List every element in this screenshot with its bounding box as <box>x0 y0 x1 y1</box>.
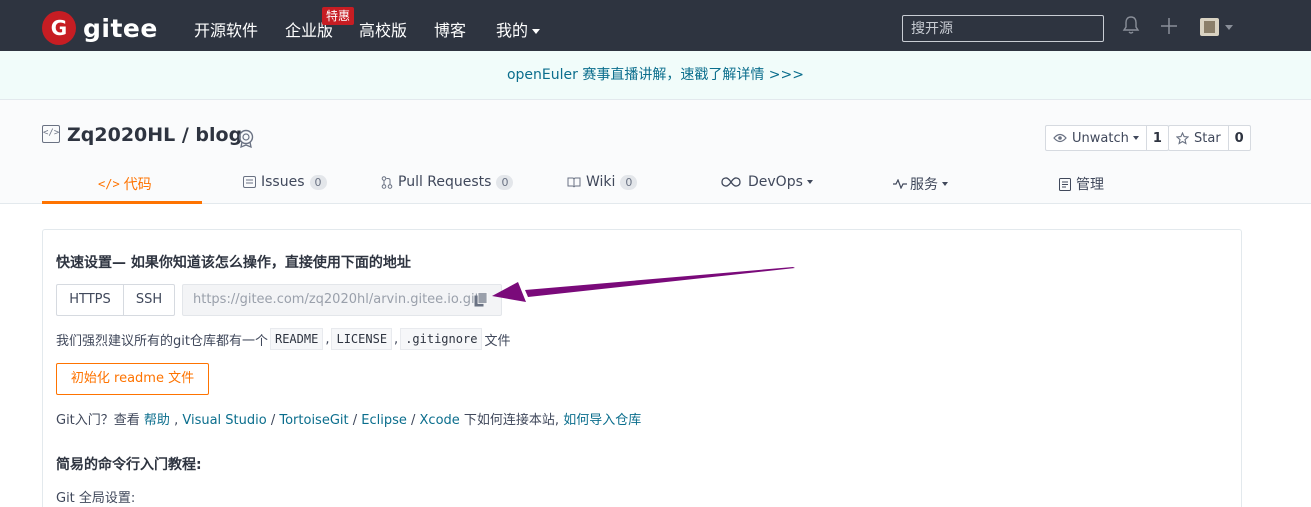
promo-banner: openEuler 赛事直播讲解，速戳了解详情 >>> <box>0 51 1311 100</box>
tab-services[interactable]: 服务 <box>893 174 948 194</box>
chevron-down-icon <box>532 29 541 34</box>
unwatch-button[interactable]: Unwatch <box>1045 125 1147 151</box>
init-readme-button[interactable]: 初始化 readme 文件 <box>56 363 209 395</box>
git-help-text: Git入门？查看 帮助 , Visual Studio / TortoiseGi… <box>56 413 642 428</box>
gitignore-tag: .gitignore <box>400 328 483 350</box>
code-icon: </> <box>98 177 120 191</box>
tortoisegit-link[interactable]: TortoiseGit <box>279 413 348 428</box>
infinity-icon <box>721 177 741 187</box>
pull-request-icon <box>381 175 393 189</box>
tab-code[interactable]: </> 代码 <box>98 174 152 194</box>
xcode-link[interactable]: Xcode <box>420 413 460 428</box>
nav-open-source[interactable]: 开源软件 <box>194 17 258 41</box>
issues-icon <box>243 176 256 188</box>
license-tag: LICENSE <box>331 328 393 350</box>
award-icon <box>238 129 254 148</box>
gitee-logo-icon: G <box>42 11 76 45</box>
cli-tutorial-title: 简易的命令行入门教程: <box>56 457 202 473</box>
enterprise-promo-badge: 特惠 <box>322 7 355 25</box>
book-icon <box>567 177 581 187</box>
code-repo-icon: </> <box>42 125 60 143</box>
nav-mine[interactable]: 我的 <box>496 17 541 41</box>
gitee-logo-text: gitee <box>83 13 158 43</box>
pulse-icon <box>893 179 907 189</box>
search-input[interactable] <box>902 15 1104 42</box>
watch-count[interactable]: 1 <box>1146 125 1169 151</box>
bell-icon[interactable] <box>1122 15 1140 35</box>
gitee-logo[interactable]: G gitee <box>42 11 158 45</box>
repo-header: </> Zq2020HL / blog Unwatch 1 Star 0 </>… <box>0 100 1311 204</box>
watch-control: Unwatch 1 <box>1045 125 1169 151</box>
copy-icon[interactable] <box>474 292 488 307</box>
wiki-count: 0 <box>620 174 638 190</box>
tab-pull-requests[interactable]: Pull Requests 0 <box>381 174 514 190</box>
repo-title[interactable]: Zq2020HL / blog <box>67 124 242 146</box>
tab-wiki[interactable]: Wiki 0 <box>567 174 638 190</box>
promo-banner-link[interactable]: openEuler 赛事直播讲解，速戳了解详情 >>> <box>507 67 804 83</box>
star-icon <box>1176 131 1189 145</box>
ssh-toggle[interactable]: SSH <box>123 284 175 316</box>
issues-count: 0 <box>309 174 327 190</box>
tab-devops[interactable]: DevOps <box>721 174 813 190</box>
nav-blog[interactable]: 博客 <box>434 17 466 41</box>
clone-url-field[interactable]: https://gitee.com/zq2020hl/arvin.gitee.i… <box>182 284 502 316</box>
star-button[interactable]: Star <box>1168 125 1229 151</box>
avatar[interactable] <box>1200 18 1219 36</box>
chevron-down-icon <box>806 180 813 184</box>
visual-studio-link[interactable]: Visual Studio <box>182 413 266 428</box>
recommend-files-text: 我们强烈建议所有的git仓库都有一个 README, LICENSE, .git… <box>56 328 510 350</box>
chevron-down-icon[interactable] <box>1225 25 1233 30</box>
pull-requests-count: 0 <box>496 174 514 190</box>
eclipse-link[interactable]: Eclipse <box>361 413 407 428</box>
plus-icon[interactable] <box>1160 17 1178 35</box>
eye-icon <box>1053 133 1067 143</box>
import-repo-link[interactable]: 如何导入仓库 <box>563 413 641 428</box>
quick-setup-title: 快速设置— 如果你知道该怎么操作，直接使用下面的地址 <box>56 255 411 271</box>
nav-education[interactable]: 高校版 <box>359 17 407 41</box>
star-count[interactable]: 0 <box>1228 125 1251 151</box>
chevron-down-icon <box>942 182 948 186</box>
tab-issues[interactable]: Issues 0 <box>243 174 327 190</box>
readme-tag: README <box>269 328 324 350</box>
star-control: Star 0 <box>1168 125 1251 151</box>
document-icon <box>1059 177 1071 191</box>
active-tab-indicator <box>42 201 202 204</box>
top-navbar: G gitee 开源软件 企业版 特惠 高校版 博客 我的 <box>0 0 1311 51</box>
help-link[interactable]: 帮助 <box>144 413 170 428</box>
tab-manage[interactable]: 管理 <box>1059 174 1104 194</box>
https-toggle[interactable]: HTTPS <box>56 284 124 316</box>
git-global-setting-label: Git 全局设置: <box>56 491 136 506</box>
chevron-down-icon <box>1132 136 1139 140</box>
